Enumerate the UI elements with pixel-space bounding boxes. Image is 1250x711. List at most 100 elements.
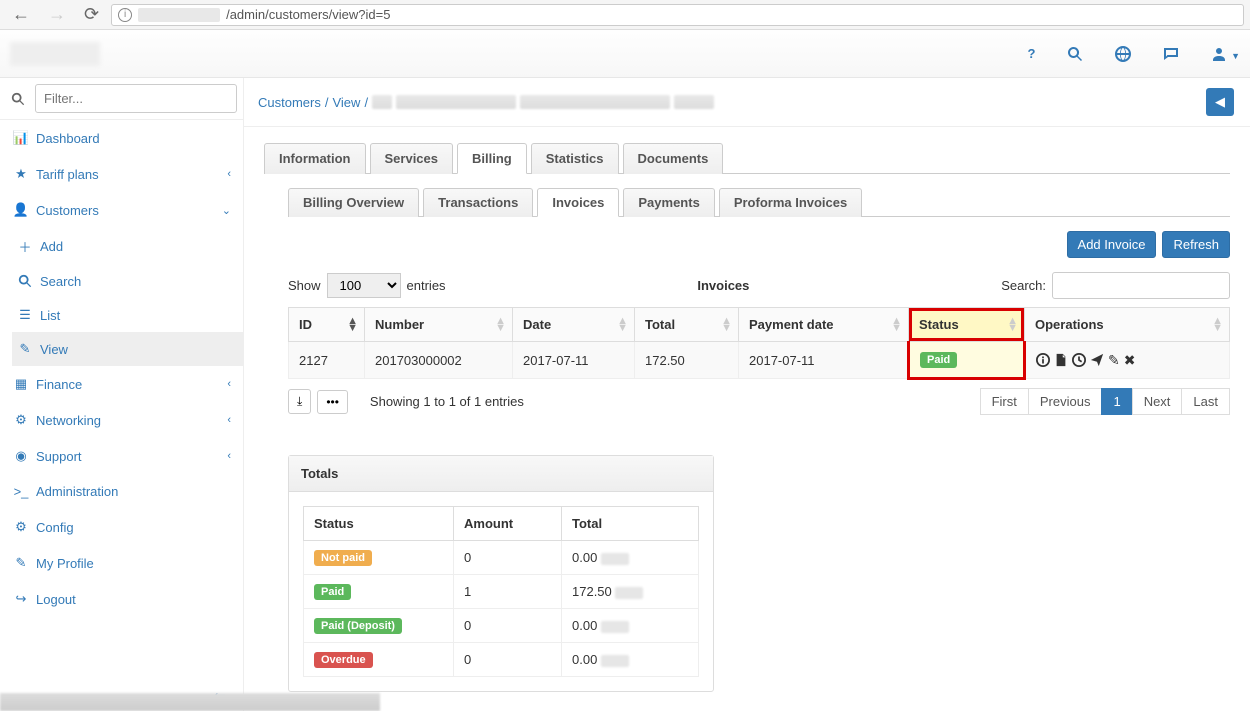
sidebar-item-label: Administration <box>36 484 118 499</box>
sort-icon: ▲▼ <box>721 318 732 332</box>
user-icon[interactable]: ▼ <box>1211 46 1240 62</box>
info-icon: i <box>118 8 132 22</box>
tab-statistics[interactable]: Statistics <box>531 143 619 174</box>
sidebar-item-logout[interactable]: ↪Logout <box>0 581 243 617</box>
sidebar-item-label: Support <box>36 449 82 464</box>
sidebar-item-add[interactable]: ＋Add <box>12 228 243 265</box>
cell-payment-date: 2017-07-11 <box>739 342 909 379</box>
entries-select[interactable]: 100 <box>327 273 401 298</box>
subtab-proforma-invoices[interactable]: Proforma Invoices <box>719 188 862 217</box>
subtab-billing-overview[interactable]: Billing Overview <box>288 188 419 217</box>
tab-services[interactable]: Services <box>370 143 454 174</box>
sidebar-item-search[interactable]: Search <box>12 265 243 298</box>
tab-information[interactable]: Information <box>264 143 366 174</box>
more-options-button[interactable]: ••• <box>317 390 348 414</box>
chevron-left-icon: ‹ <box>227 450 231 462</box>
table-info: Showing 1 to 1 of 1 entries <box>370 394 524 409</box>
gears-icon: ⚙ <box>12 519 30 535</box>
search-icon[interactable] <box>1067 46 1083 62</box>
cell-id: 2127 <box>289 342 365 379</box>
col-number[interactable]: Number▲▼ <box>365 308 513 342</box>
subtab-transactions[interactable]: Transactions <box>423 188 533 217</box>
sidebar-item-label: Tariff plans <box>36 167 99 182</box>
browser-back-button[interactable]: ← <box>6 2 36 27</box>
page-first[interactable]: First <box>980 388 1029 415</box>
entries-length-control: Show 100 entries <box>288 273 446 298</box>
sidebar-item-finance[interactable]: ▦Finance‹ <box>0 366 243 402</box>
terminal-icon: >_ <box>12 484 30 499</box>
edit-icon[interactable]: ✎ <box>1108 352 1120 369</box>
col-status[interactable]: Status▲▼ <box>909 308 1025 342</box>
col-id[interactable]: ID▲▼ <box>289 308 365 342</box>
sidebar-item-customers[interactable]: 👤Customers⌄ <box>0 192 243 228</box>
chevron-left-icon: ‹ <box>227 414 231 426</box>
delete-icon[interactable]: ✖ <box>1124 352 1136 369</box>
totals-panel: Totals Status Amount Total Not p <box>288 455 714 692</box>
send-icon[interactable] <box>1090 352 1104 369</box>
currency-blur <box>601 655 629 667</box>
table-title: Invoices <box>697 278 749 293</box>
sidebar-filter-input[interactable] <box>35 84 237 113</box>
totals-row: Overdue 0 0.00 <box>304 643 699 677</box>
pencil-icon: ✎ <box>12 555 30 571</box>
subtab-invoices[interactable]: Invoices <box>537 188 619 217</box>
user-icon: 👤 <box>12 202 30 218</box>
chevron-left-icon: ‹ <box>227 168 231 180</box>
col-payment-date[interactable]: Payment date▲▼ <box>739 308 909 342</box>
browser-url-bar[interactable]: i /admin/customers/view?id=5 <box>111 4 1244 26</box>
sidebar-item-dashboard[interactable]: 📊 Dashboard <box>0 120 243 156</box>
browser-chrome: ← → ⟳ i /admin/customers/view?id=5 <box>0 0 1250 30</box>
globe-icon[interactable] <box>1115 46 1131 62</box>
add-invoice-button[interactable]: Add Invoice <box>1067 231 1157 258</box>
totals-amount: 0 <box>454 643 562 677</box>
page-1[interactable]: 1 <box>1101 388 1132 415</box>
breadcrumb-customers[interactable]: Customers <box>258 95 321 110</box>
sidebar-item-label: Search <box>40 274 81 289</box>
sidebar-item-support[interactable]: ◉Support‹ <box>0 438 243 474</box>
totals-row: Not paid 0 0.00 <box>304 541 699 575</box>
collapse-panel-button[interactable]: ◀ <box>1206 88 1234 116</box>
sidebar-item-label: Dashboard <box>36 131 100 146</box>
breadcrumb-view[interactable]: View <box>332 95 360 110</box>
entries-label: entries <box>407 278 446 293</box>
browser-reload-button[interactable]: ⟳ <box>78 2 105 27</box>
logout-icon: ↪ <box>12 591 30 607</box>
sidebar-item-my-profile[interactable]: ✎My Profile <box>0 545 243 581</box>
clock-icon[interactable] <box>1072 352 1086 369</box>
export-button[interactable]: ⤓ <box>288 389 311 414</box>
sidebar-item-label: View <box>40 342 68 357</box>
page-next[interactable]: Next <box>1132 388 1183 415</box>
sidebar-item-view[interactable]: ✎View <box>12 332 243 366</box>
header-actions: ? ▼ <box>1028 46 1241 62</box>
sidebar-item-networking[interactable]: ⚙Networking‹ <box>0 402 243 438</box>
sidebar: 📊Dashboard ★Tariff plans‹ 👤Customers⌄ ＋A… <box>0 78 244 711</box>
col-total[interactable]: Total▲▼ <box>635 308 739 342</box>
totals-col-total: Total <box>562 507 699 541</box>
dashboard-icon: 📊 <box>12 130 30 146</box>
message-icon[interactable] <box>1163 46 1179 62</box>
tab-billing[interactable]: Billing <box>457 143 527 174</box>
share-icon: ⚙ <box>12 412 30 428</box>
sidebar-item-config[interactable]: ⚙Config <box>0 509 243 545</box>
status-badge: Overdue <box>314 652 373 668</box>
page-last[interactable]: Last <box>1181 388 1230 415</box>
help-icon[interactable]: ? <box>1028 46 1036 61</box>
col-date[interactable]: Date▲▼ <box>513 308 635 342</box>
subtab-payments[interactable]: Payments <box>623 188 714 217</box>
file-icon[interactable] <box>1054 352 1068 369</box>
table-search-input[interactable] <box>1052 272 1230 299</box>
page-previous[interactable]: Previous <box>1028 388 1103 415</box>
sidebar-item-list[interactable]: ☰List <box>12 298 243 332</box>
cell-total: 172.50 <box>635 342 739 379</box>
refresh-button[interactable]: Refresh <box>1162 231 1230 258</box>
currency-blur <box>615 587 643 599</box>
browser-forward-button[interactable]: → <box>42 2 72 27</box>
tab-documents[interactable]: Documents <box>623 143 724 174</box>
sidebar-item-administration[interactable]: >_ Administration <box>0 474 243 509</box>
currency-blur <box>601 621 629 633</box>
list-icon: ☰ <box>16 307 34 323</box>
info-icon[interactable] <box>1036 352 1050 369</box>
sidebar-item-tariff-plans[interactable]: ★Tariff plans‹ <box>0 156 243 192</box>
cell-status: Paid <box>909 342 1025 379</box>
col-operations: Operations▲▼ <box>1025 308 1230 342</box>
